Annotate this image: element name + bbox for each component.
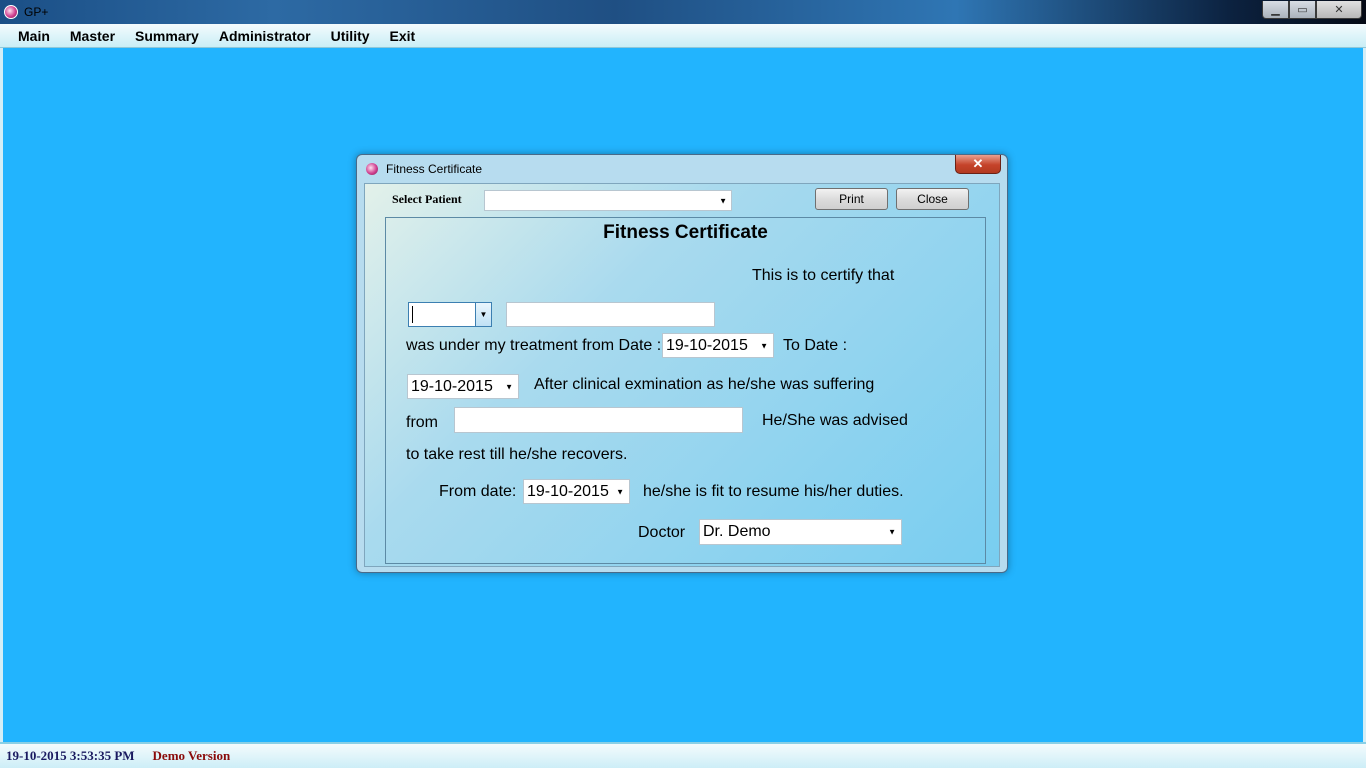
dialog-title: Fitness Certificate <box>386 162 483 176</box>
treatment-from-text: was under my treatment from Date : <box>406 337 662 354</box>
restore-button[interactable]: ▭ <box>1289 1 1316 19</box>
doctor-value: Dr. Demo <box>703 523 771 540</box>
menu-master[interactable]: Master <box>60 28 125 44</box>
from-text: from <box>406 414 438 431</box>
menu-exit[interactable]: Exit <box>380 28 426 44</box>
certify-text: This is to certify that <box>752 267 895 284</box>
rest-text: to take rest till he/she recovers. <box>406 446 628 463</box>
menu-bar: Main Master Summary Administrator Utilit… <box>0 24 1366 48</box>
chevron-down-icon: ▼ <box>616 487 624 496</box>
select-patient-dropdown[interactable]: ▼ <box>484 190 732 211</box>
text-cursor <box>412 306 413 323</box>
resume-date-value: 19-10-2015 <box>527 482 609 500</box>
menu-utility[interactable]: Utility <box>321 28 380 44</box>
menu-administrator[interactable]: Administrator <box>209 28 321 44</box>
chevron-down-icon: ▼ <box>888 527 896 537</box>
treatment-from-date-picker[interactable]: 19-10-2015 ▼ <box>662 333 774 358</box>
dialog-app-icon <box>366 163 378 175</box>
illness-input[interactable] <box>454 407 743 433</box>
chevron-down-icon[interactable]: ▼ <box>475 303 491 326</box>
print-button[interactable]: Print <box>815 188 888 210</box>
app-logo-icon <box>4 5 18 19</box>
doctor-dropdown[interactable]: Dr. Demo ▼ <box>699 519 902 545</box>
certificate-heading: Fitness Certificate <box>603 222 768 243</box>
chevron-down-icon: ▼ <box>719 196 727 205</box>
patient-name-input[interactable] <box>506 302 715 327</box>
resume-from-label: From date: <box>439 483 517 500</box>
dialog-close-button[interactable]: ✕ <box>955 155 1001 174</box>
dialog-client-area: Select Patient ▼ Print Close Fitness Cer… <box>364 183 1000 567</box>
menu-main[interactable]: Main <box>8 28 60 44</box>
minimize-button[interactable]: ▁ <box>1262 1 1289 19</box>
app-titlebar: GP+ ▁ ▭ ✕ <box>0 0 1366 24</box>
clinical-text: After clinical exmination as he/she was … <box>534 376 875 393</box>
status-version: Demo Version <box>152 748 231 763</box>
chevron-down-icon: ▼ <box>505 382 513 391</box>
window-edge-left <box>0 48 3 744</box>
advised-text: He/She was advised <box>762 412 908 429</box>
salutation-combo[interactable]: ▼ <box>408 302 492 327</box>
close-button[interactable]: Close <box>896 188 969 210</box>
select-patient-label: Select Patient <box>392 192 462 206</box>
status-bar: 19-10-2015 3:53:35 PM Demo Version <box>0 742 1366 768</box>
menu-summary[interactable]: Summary <box>125 28 209 44</box>
chevron-down-icon: ▼ <box>760 341 768 350</box>
status-datetime: 19-10-2015 3:53:35 PM <box>6 748 135 763</box>
treatment-from-date-value: 19-10-2015 <box>666 336 748 354</box>
treatment-to-date-value: 19-10-2015 <box>411 377 493 395</box>
treatment-to-date-picker[interactable]: 19-10-2015 ▼ <box>407 374 519 399</box>
dialog-titlebar[interactable]: Fitness Certificate ✕ <box>357 155 1007 183</box>
to-date-label: To Date : <box>783 337 848 354</box>
app-title: GP+ <box>24 5 49 19</box>
fitness-certificate-dialog: Fitness Certificate ✕ Select Patient ▼ P… <box>356 154 1008 573</box>
fit-to-resume-text: he/she is fit to resume his/her duties. <box>643 483 904 500</box>
certificate-form: Fitness Certificate This is to certify t… <box>385 217 986 564</box>
doctor-label: Doctor <box>638 524 686 541</box>
window-close-button[interactable]: ✕ <box>1316 1 1362 19</box>
resume-date-picker[interactable]: 19-10-2015 ▼ <box>523 479 630 504</box>
window-controls: ▁ ▭ ✕ <box>1262 1 1362 19</box>
